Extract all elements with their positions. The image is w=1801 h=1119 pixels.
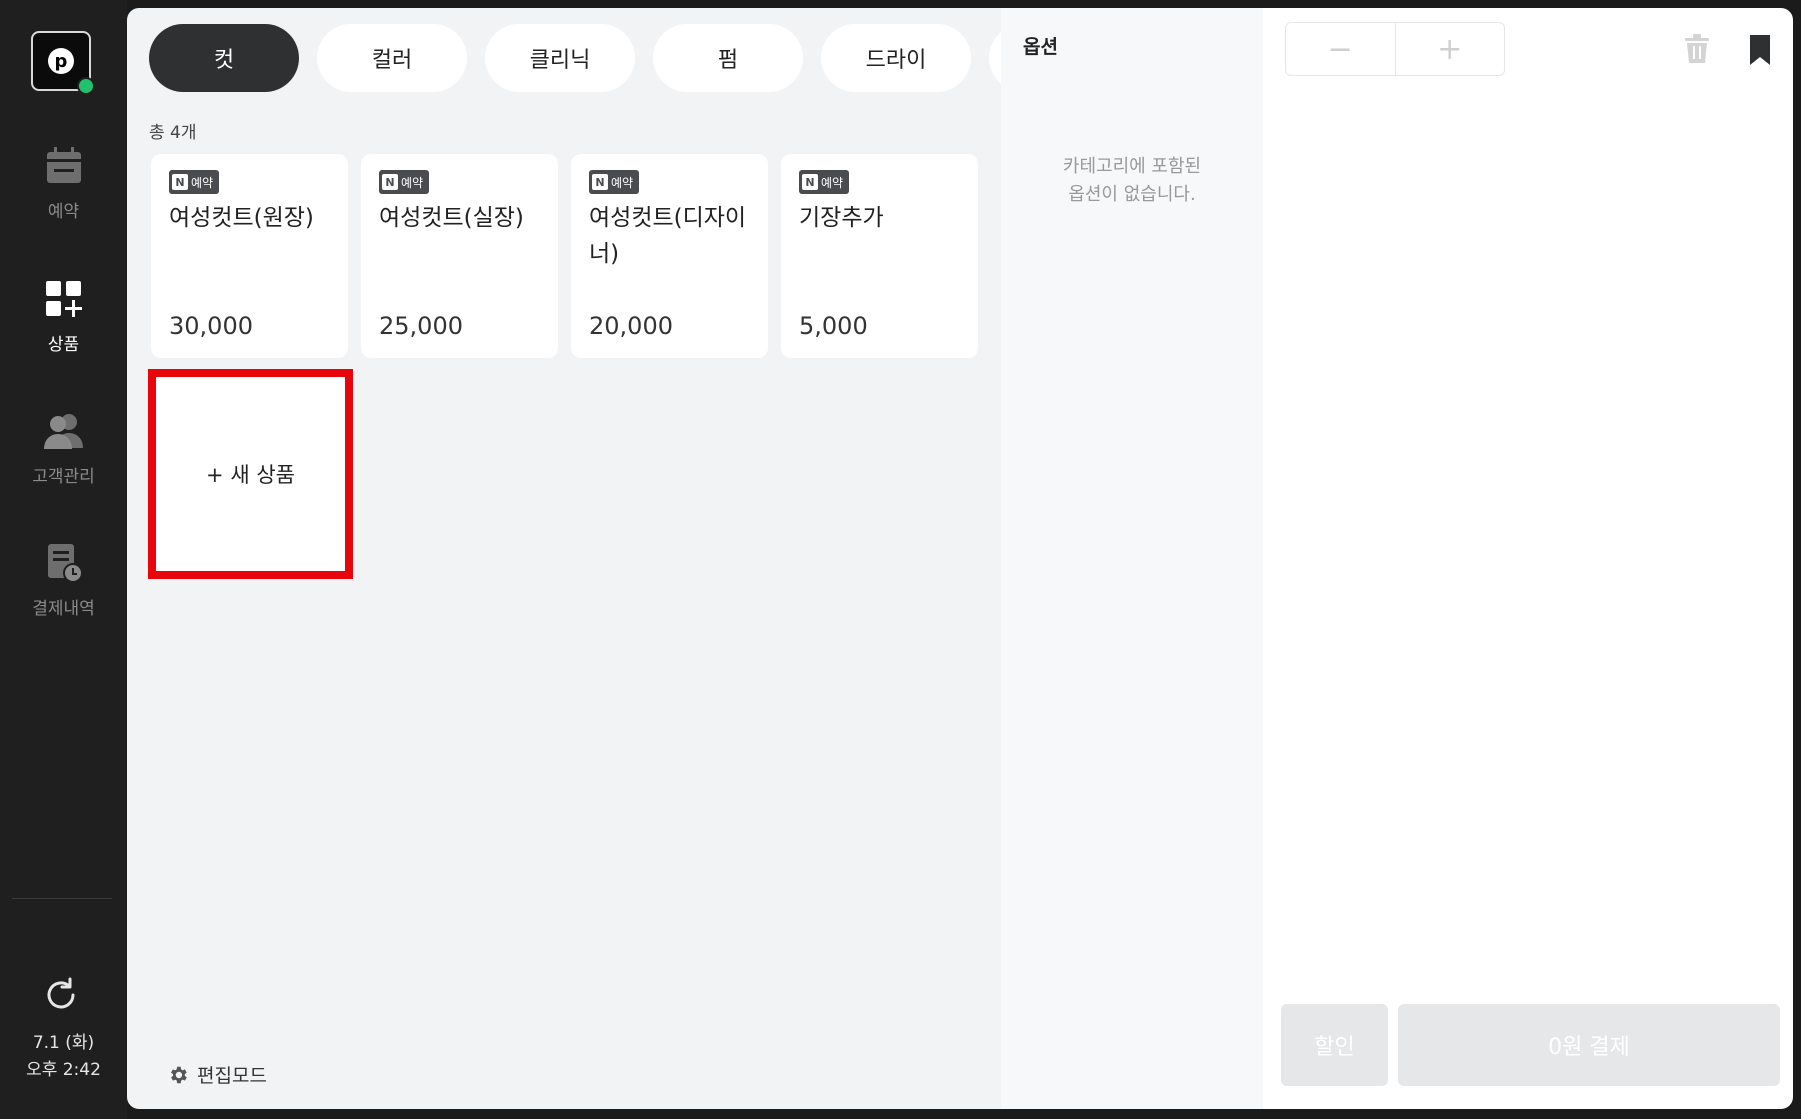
naver-n-icon: N [592,174,608,190]
discount-button[interactable]: 할인 [1281,1004,1388,1086]
sidebar-item-customers[interactable]: 고객관리 [0,410,127,487]
product-card[interactable]: N 예약 기장추가 5,000 [781,154,978,358]
options-empty-message: 카테고리에 포함된 옵션이 없습니다. [1001,153,1263,209]
customers-icon [43,414,83,449]
reservation-badge: N 예약 [589,170,640,194]
tab-cut[interactable]: 컷 [149,24,299,92]
options-title: 옵션 [1023,36,1058,58]
product-price: 30,000 [169,312,253,340]
sidebar-divider [12,898,112,899]
badge-label: 예약 [191,175,214,190]
products-grid-icon [45,281,82,317]
badge-label: 예약 [401,175,424,190]
product-price: 20,000 [589,312,673,340]
trash-icon[interactable] [1683,34,1711,64]
product-panel: 컷 컬러 클리닉 펌 드라이 총 4개 N 예약 여성컷트(원장) 30,000 … [127,8,1029,1109]
reservation-badge: N 예약 [169,170,220,194]
sidebar-item-products[interactable]: 상품 [0,278,127,355]
current-date: 7.1 (화) [32,1033,95,1053]
gear-icon [171,1066,187,1083]
bookmark-icon[interactable] [1747,34,1773,66]
edit-mode-button[interactable]: 편집모드 [167,1061,267,1088]
category-tabs: 컷 컬러 클리닉 펌 드라이 [149,24,1029,92]
product-name: 여성컷트(원장) [169,205,314,231]
decrease-button[interactable]: − [1286,23,1396,75]
app-logo[interactable]: p [31,31,95,95]
product-card[interactable]: N 예약 여성컷트(디자이너) 20,000 [571,154,768,358]
sidebar-item-label: 고객관리 [32,467,95,487]
tab-clinic[interactable]: 클리닉 [485,24,635,92]
quantity-stepper: − + [1285,22,1505,76]
date-time: 7.1 (화) 오후 2:42 [0,1030,127,1084]
product-name: 기장추가 [799,205,884,231]
product-price: 5,000 [799,312,868,340]
product-name: 여성컷트(디자이너) [589,205,747,267]
naver-n-icon: N [802,174,818,190]
naver-n-icon: N [172,174,188,190]
new-product-button[interactable]: + 새 상품 [148,369,353,579]
product-price: 25,000 [379,312,463,340]
edit-mode-label: 편집모드 [197,1065,267,1087]
sidebar-item-payment-history[interactable]: 결제내역 [0,542,127,619]
sidebar-item-reservation[interactable]: 예약 [0,145,127,222]
reservation-badge: N 예약 [379,170,430,194]
current-time: 오후 2:42 [26,1060,101,1080]
product-count: 총 4개 [149,123,197,143]
payment-history-icon [47,544,83,583]
product-name: 여성컷트(실장) [379,205,524,231]
naver-n-icon: N [382,174,398,190]
options-empty-line: 카테고리에 포함된 [1062,156,1202,177]
online-status-dot [77,77,95,95]
order-panel: − + 할인 0원 결제 [1263,8,1793,1109]
reservation-badge: N 예약 [799,170,850,194]
tab-dry[interactable]: 드라이 [821,24,971,92]
badge-label: 예약 [821,175,844,190]
tab-color[interactable]: 컬러 [317,24,467,92]
pay-button[interactable]: 0원 결제 [1398,1004,1780,1086]
options-panel: 옵션 카테고리에 포함된 옵션이 없습니다. [1001,8,1263,1109]
refresh-icon[interactable] [41,975,81,1015]
sidebar-item-label: 결제내역 [32,599,95,619]
badge-label: 예약 [611,175,634,190]
sidebar-item-label: 상품 [47,335,80,355]
product-card[interactable]: N 예약 여성컷트(실장) 25,000 [361,154,558,358]
product-card[interactable]: N 예약 여성컷트(원장) 30,000 [151,154,348,358]
sidebar: p 예약 상품 고객관리 결제내역 7.1 (화) 오후 2:42 [0,0,127,1119]
tab-perm[interactable]: 펌 [653,24,803,92]
increase-button[interactable]: + [1396,23,1505,75]
calendar-icon [46,147,81,183]
logo-letter: p [48,48,74,74]
sidebar-item-label: 예약 [47,202,80,222]
options-empty-line: 옵션이 없습니다. [1068,184,1196,205]
